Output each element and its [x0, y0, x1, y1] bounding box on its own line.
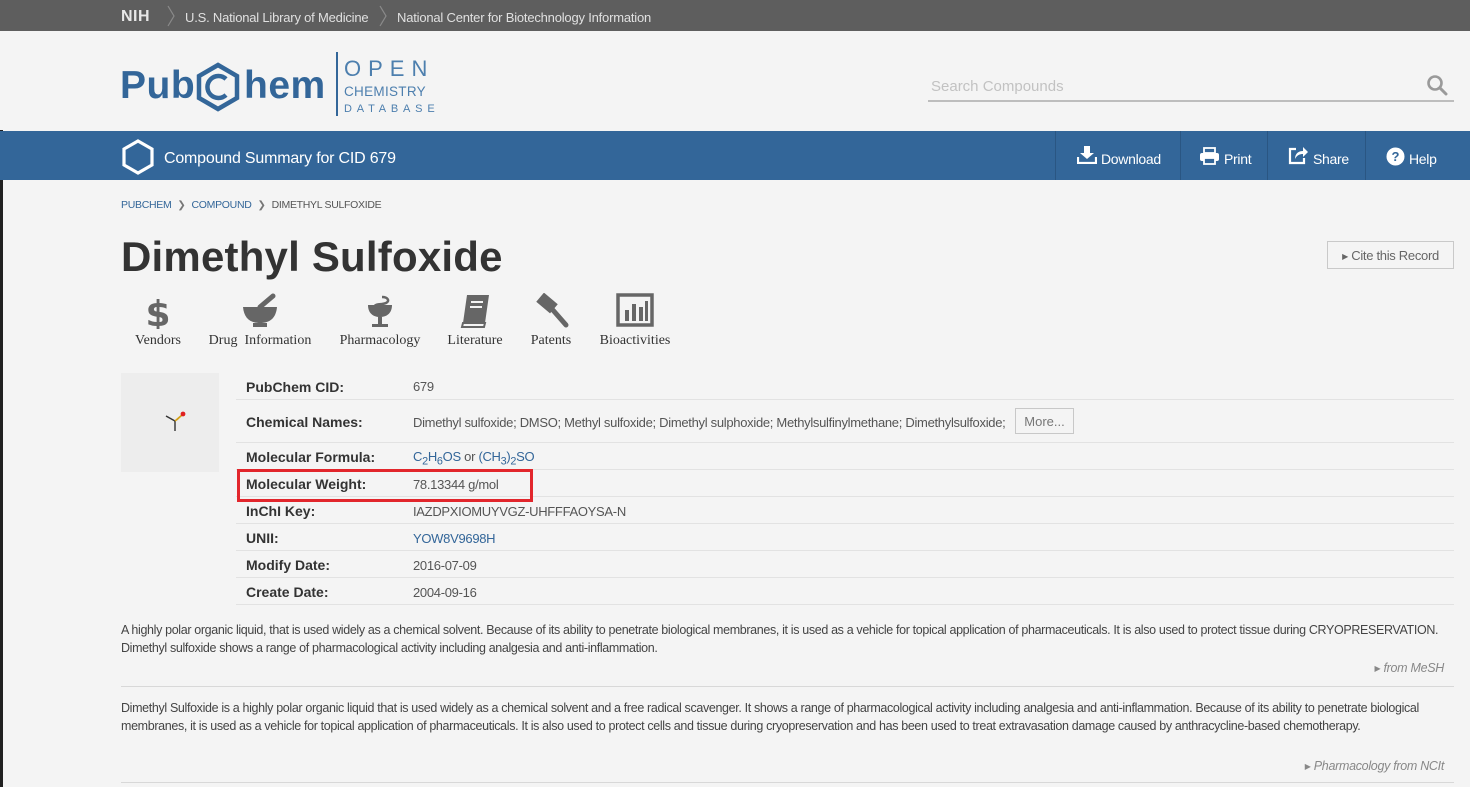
quick-link-label: Bioactivities	[599, 333, 671, 348]
bowl-of-hygieia-icon	[368, 295, 392, 327]
print-label: Print	[1224, 151, 1252, 167]
nlm-link[interactable]: U.S. National Library of Medicine	[185, 10, 369, 25]
search-box	[928, 70, 1454, 102]
help-label: Help	[1409, 151, 1437, 167]
table-row: Chemical Names: Dimethyl sulfoxide; DMSO…	[236, 400, 1454, 443]
create-date-value: 2004-09-16	[413, 585, 477, 600]
quick-link-patents[interactable]: Patents	[526, 293, 576, 349]
modify-date-value: 2016-07-09	[413, 558, 477, 573]
quick-link-pharmacology[interactable]: Pharmacology	[337, 293, 423, 349]
dmso-structure-icon	[165, 411, 186, 431]
nih-bar: NIH U.S. National Library of Medicine Na…	[0, 0, 1470, 31]
breadcrumb-compound[interactable]: COMPOUND	[192, 199, 252, 211]
divider	[121, 686, 1454, 687]
unii-value[interactable]: YOW8V9698H	[413, 531, 496, 546]
description-mesh: A highly polar organic liquid, that is u…	[121, 623, 1439, 655]
unii-label: UNII:	[246, 530, 279, 546]
book-icon	[460, 295, 489, 328]
download-label: Download	[1101, 151, 1161, 167]
quick-link-label: Drug Information	[208, 333, 312, 348]
compound-summary-title: Compound Summary for CID 679	[164, 150, 396, 167]
search-icon[interactable]	[1426, 74, 1448, 96]
caret-right-icon: ▶	[1342, 251, 1348, 261]
chevron-right-icon	[167, 5, 175, 27]
caret-right-icon: ▶	[1374, 664, 1381, 673]
source-mesh-link[interactable]: ▶ from MeSH	[1374, 661, 1444, 675]
cite-record-button[interactable]: ▶ Cite this Record	[1327, 241, 1454, 269]
compound-toolbar: Compound Summary for CID 679 Download Pr…	[0, 131, 1470, 180]
help-icon: ?	[1386, 147, 1405, 166]
logo-open: OPEN	[344, 56, 435, 81]
quick-link-literature[interactable]: Literature	[444, 293, 506, 349]
logo-hexagon-icon	[196, 62, 240, 112]
chevron-right-icon: ❯	[257, 200, 266, 211]
inchi-key-value: IAZDPXIOMUYVGZ-UHFFFAOYSA-N	[413, 504, 626, 519]
modify-date-label: Modify Date:	[246, 557, 330, 573]
gavel-icon	[536, 293, 569, 328]
source-label: from MeSH	[1383, 661, 1444, 675]
cite-label: Cite this Record	[1351, 247, 1439, 263]
download-icon	[1077, 146, 1097, 164]
share-label: Share	[1313, 151, 1349, 167]
search-input[interactable]	[931, 75, 1411, 97]
logo-divider	[336, 52, 338, 116]
svg-text:$: $	[145, 294, 170, 329]
share-button[interactable]: Share	[1267, 131, 1365, 180]
table-row: Molecular Formula: C2H6OS or (CH3)2SO	[236, 443, 1454, 470]
chevron-right-icon: ❯	[177, 200, 186, 211]
molecular-weight-highlight-box	[237, 469, 533, 502]
structure-image[interactable]	[121, 373, 219, 472]
create-date-label: Create Date:	[246, 584, 329, 600]
quick-link-label: Pharmacology	[339, 333, 421, 348]
table-row: UNII: YOW8V9698H	[236, 524, 1454, 551]
chevron-right-icon	[379, 5, 387, 27]
quick-link-drug-information[interactable]: Drug Information	[205, 293, 315, 349]
vendors-dollar-icon: $	[145, 294, 170, 329]
quick-link-bioactivities[interactable]: Bioactivities	[596, 293, 674, 349]
print-button[interactable]: Print	[1180, 131, 1267, 180]
logo-pub: Pub	[120, 64, 196, 107]
cid-value: 679	[413, 379, 434, 394]
source-label: Pharmacology from NCIt	[1313, 759, 1445, 773]
logo-hem: hem	[244, 64, 326, 107]
table-row: Modify Date: 2016-07-09	[236, 551, 1454, 578]
page-title: Dimethyl Sulfoxide	[121, 233, 503, 280]
source-ncit-link[interactable]: ▶ Pharmacology from NCIt	[1304, 759, 1445, 773]
quick-link-label: Vendors	[135, 333, 181, 348]
caret-right-icon: ▶	[1304, 762, 1311, 771]
divider	[121, 782, 1454, 783]
logo-database: DATABASE	[344, 103, 440, 115]
breadcrumb-pubchem[interactable]: PUBCHEM	[121, 199, 172, 211]
download-button[interactable]: Download	[1055, 131, 1180, 180]
quick-link-vendors[interactable]: $ Vendors	[133, 293, 183, 349]
molecular-formula-label: Molecular Formula:	[246, 449, 376, 465]
table-row: PubChem CID: 679	[236, 373, 1454, 400]
nih-link[interactable]: NIH	[121, 8, 150, 26]
table-row: Create Date: 2004-09-16	[236, 578, 1454, 605]
breadcrumb: PUBCHEM ❯ COMPOUND ❯ DIMETHYL SULFOXIDE	[121, 199, 382, 211]
bar-chart-icon	[616, 293, 654, 327]
mortar-pestle-icon	[243, 293, 277, 327]
logo-chemistry: CHEMISTRY	[344, 84, 426, 99]
chemical-names-label: Chemical Names:	[246, 414, 363, 430]
breadcrumb-current: DIMETHYL SULFOXIDE	[271, 199, 382, 211]
share-icon	[1288, 147, 1308, 165]
quick-link-label: Patents	[530, 333, 572, 348]
chemical-names-value: Dimethyl sulfoxide; DMSO; Methyl sulfoxi…	[413, 415, 1006, 430]
compound-hexagon-icon	[122, 139, 154, 175]
more-names-button[interactable]: More...	[1015, 408, 1074, 434]
description-ncit: Dimethyl Sulfoxide is a highly polar org…	[121, 701, 1419, 733]
quick-link-label: Literature	[447, 333, 503, 348]
print-icon	[1200, 147, 1219, 165]
cid-label: PubChem CID:	[246, 379, 344, 395]
help-button[interactable]: ? Help	[1365, 131, 1470, 180]
molecular-formula-value[interactable]: C2H6OS or (CH3)2SO	[413, 449, 535, 468]
site-header: Pub hem OPEN CHEMISTRY DATABASE	[0, 31, 1470, 130]
inchi-key-label: InChI Key:	[246, 503, 316, 519]
svg-text:?: ?	[1392, 149, 1400, 164]
ncbi-link[interactable]: National Center for Biotechnology Inform…	[397, 10, 651, 25]
